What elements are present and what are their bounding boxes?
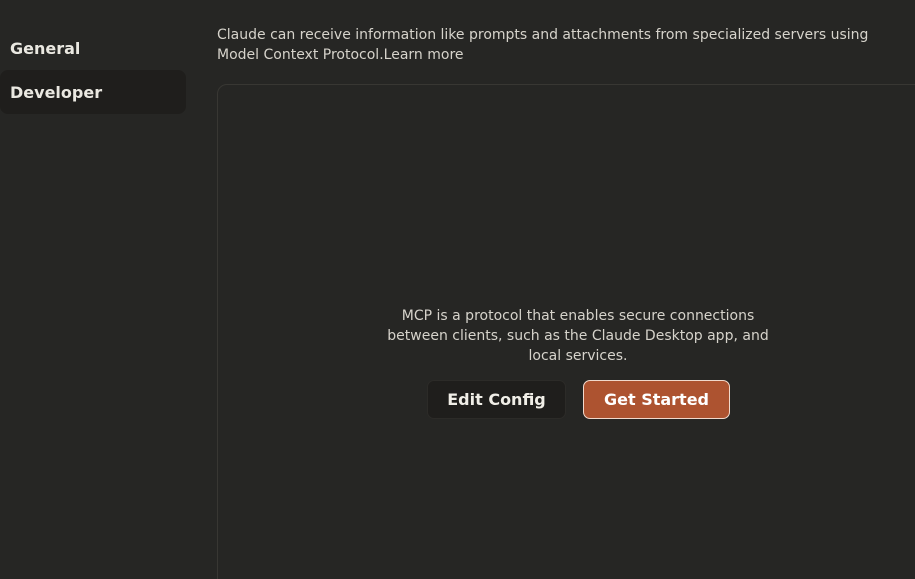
get-started-button[interactable]: Get Started [583,380,730,419]
settings-window: General Developer Claude can receive inf… [0,0,915,579]
description-text: Claude can receive information like prom… [217,27,869,63]
mcp-servers-panel: MCP is a protocol that enables secure co… [217,84,915,579]
sidebar-item-label: General [10,38,81,58]
sidebar-item-developer[interactable]: Developer [0,70,186,114]
edit-config-button[interactable]: Edit Config [427,380,566,419]
learn-more-link[interactable]: Learn more [384,47,464,63]
settings-sidebar: General Developer [0,0,200,579]
sidebar-item-general[interactable]: General [0,26,186,70]
sidebar-item-label: Developer [10,82,103,102]
mcp-description: Claude can receive information like prom… [217,25,912,65]
empty-state-text: MCP is a protocol that enables secure co… [387,308,769,364]
